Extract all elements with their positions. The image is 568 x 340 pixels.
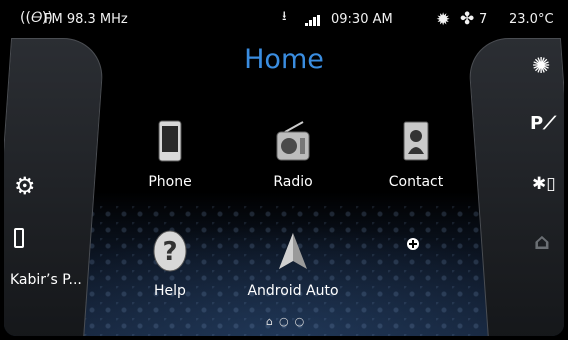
app-label: Radio	[273, 174, 313, 190]
radio-icon	[276, 121, 310, 161]
app-contact[interactable]: Contact	[356, 120, 476, 190]
home-screen: ((𝛳)) FM 98.3 MHz ⭳ 09:30 AM ✹ ✤ 7 23.0°…	[4, 2, 564, 336]
app-label: Contact	[388, 174, 444, 190]
park-assist-icon[interactable]: P⟋	[530, 113, 556, 134]
page-dot[interactable]: ○	[279, 315, 289, 328]
home-icon[interactable]: ⌂	[534, 230, 550, 255]
phone-device-icon[interactable]	[14, 228, 24, 248]
bluetooth-battery-icon[interactable]: ✱▯	[532, 174, 556, 194]
status-bar: ((𝛳)) FM 98.3 MHz ⭳ 09:30 AM ✹ ✤ 7 23.0°…	[4, 2, 564, 36]
add-icon	[407, 238, 419, 250]
page-dot[interactable]: ○	[295, 315, 305, 328]
app-label: Help	[154, 283, 186, 299]
settings-gear-icon[interactable]: ⚙	[14, 172, 36, 200]
app-radio[interactable]: Radio	[233, 120, 353, 190]
ac-icon[interactable]: ✹	[436, 10, 450, 30]
device-name[interactable]: Kabir’s P...	[10, 272, 82, 288]
fan-icon[interactable]: ✤	[460, 9, 474, 29]
radio-station: FM 98.3 MHz	[44, 12, 128, 27]
page-indicator: ⌂ ○ ○	[266, 315, 310, 328]
page-title: Home	[244, 44, 324, 75]
temperature[interactable]: 23.0°C	[509, 12, 554, 27]
usb-icon: ⭳	[282, 9, 287, 24]
fan-speed: 7	[479, 12, 488, 27]
clock: 09:30 AM	[331, 12, 393, 27]
page-home-icon[interactable]: ⌂	[266, 315, 273, 328]
app-android-auto[interactable]: Android Auto	[233, 229, 353, 299]
phone-icon	[158, 120, 182, 162]
add-app-button[interactable]	[353, 229, 473, 269]
android-auto-icon	[279, 233, 307, 269]
app-help[interactable]: ? Help	[110, 229, 230, 299]
svg-text:?: ?	[162, 237, 177, 267]
signal-bars-icon	[305, 15, 321, 26]
app-label: Android Auto	[247, 283, 339, 299]
help-icon: ?	[153, 230, 187, 272]
app-phone[interactable]: Phone	[110, 120, 230, 190]
app-label: Phone	[148, 174, 192, 190]
contact-icon	[403, 121, 429, 161]
